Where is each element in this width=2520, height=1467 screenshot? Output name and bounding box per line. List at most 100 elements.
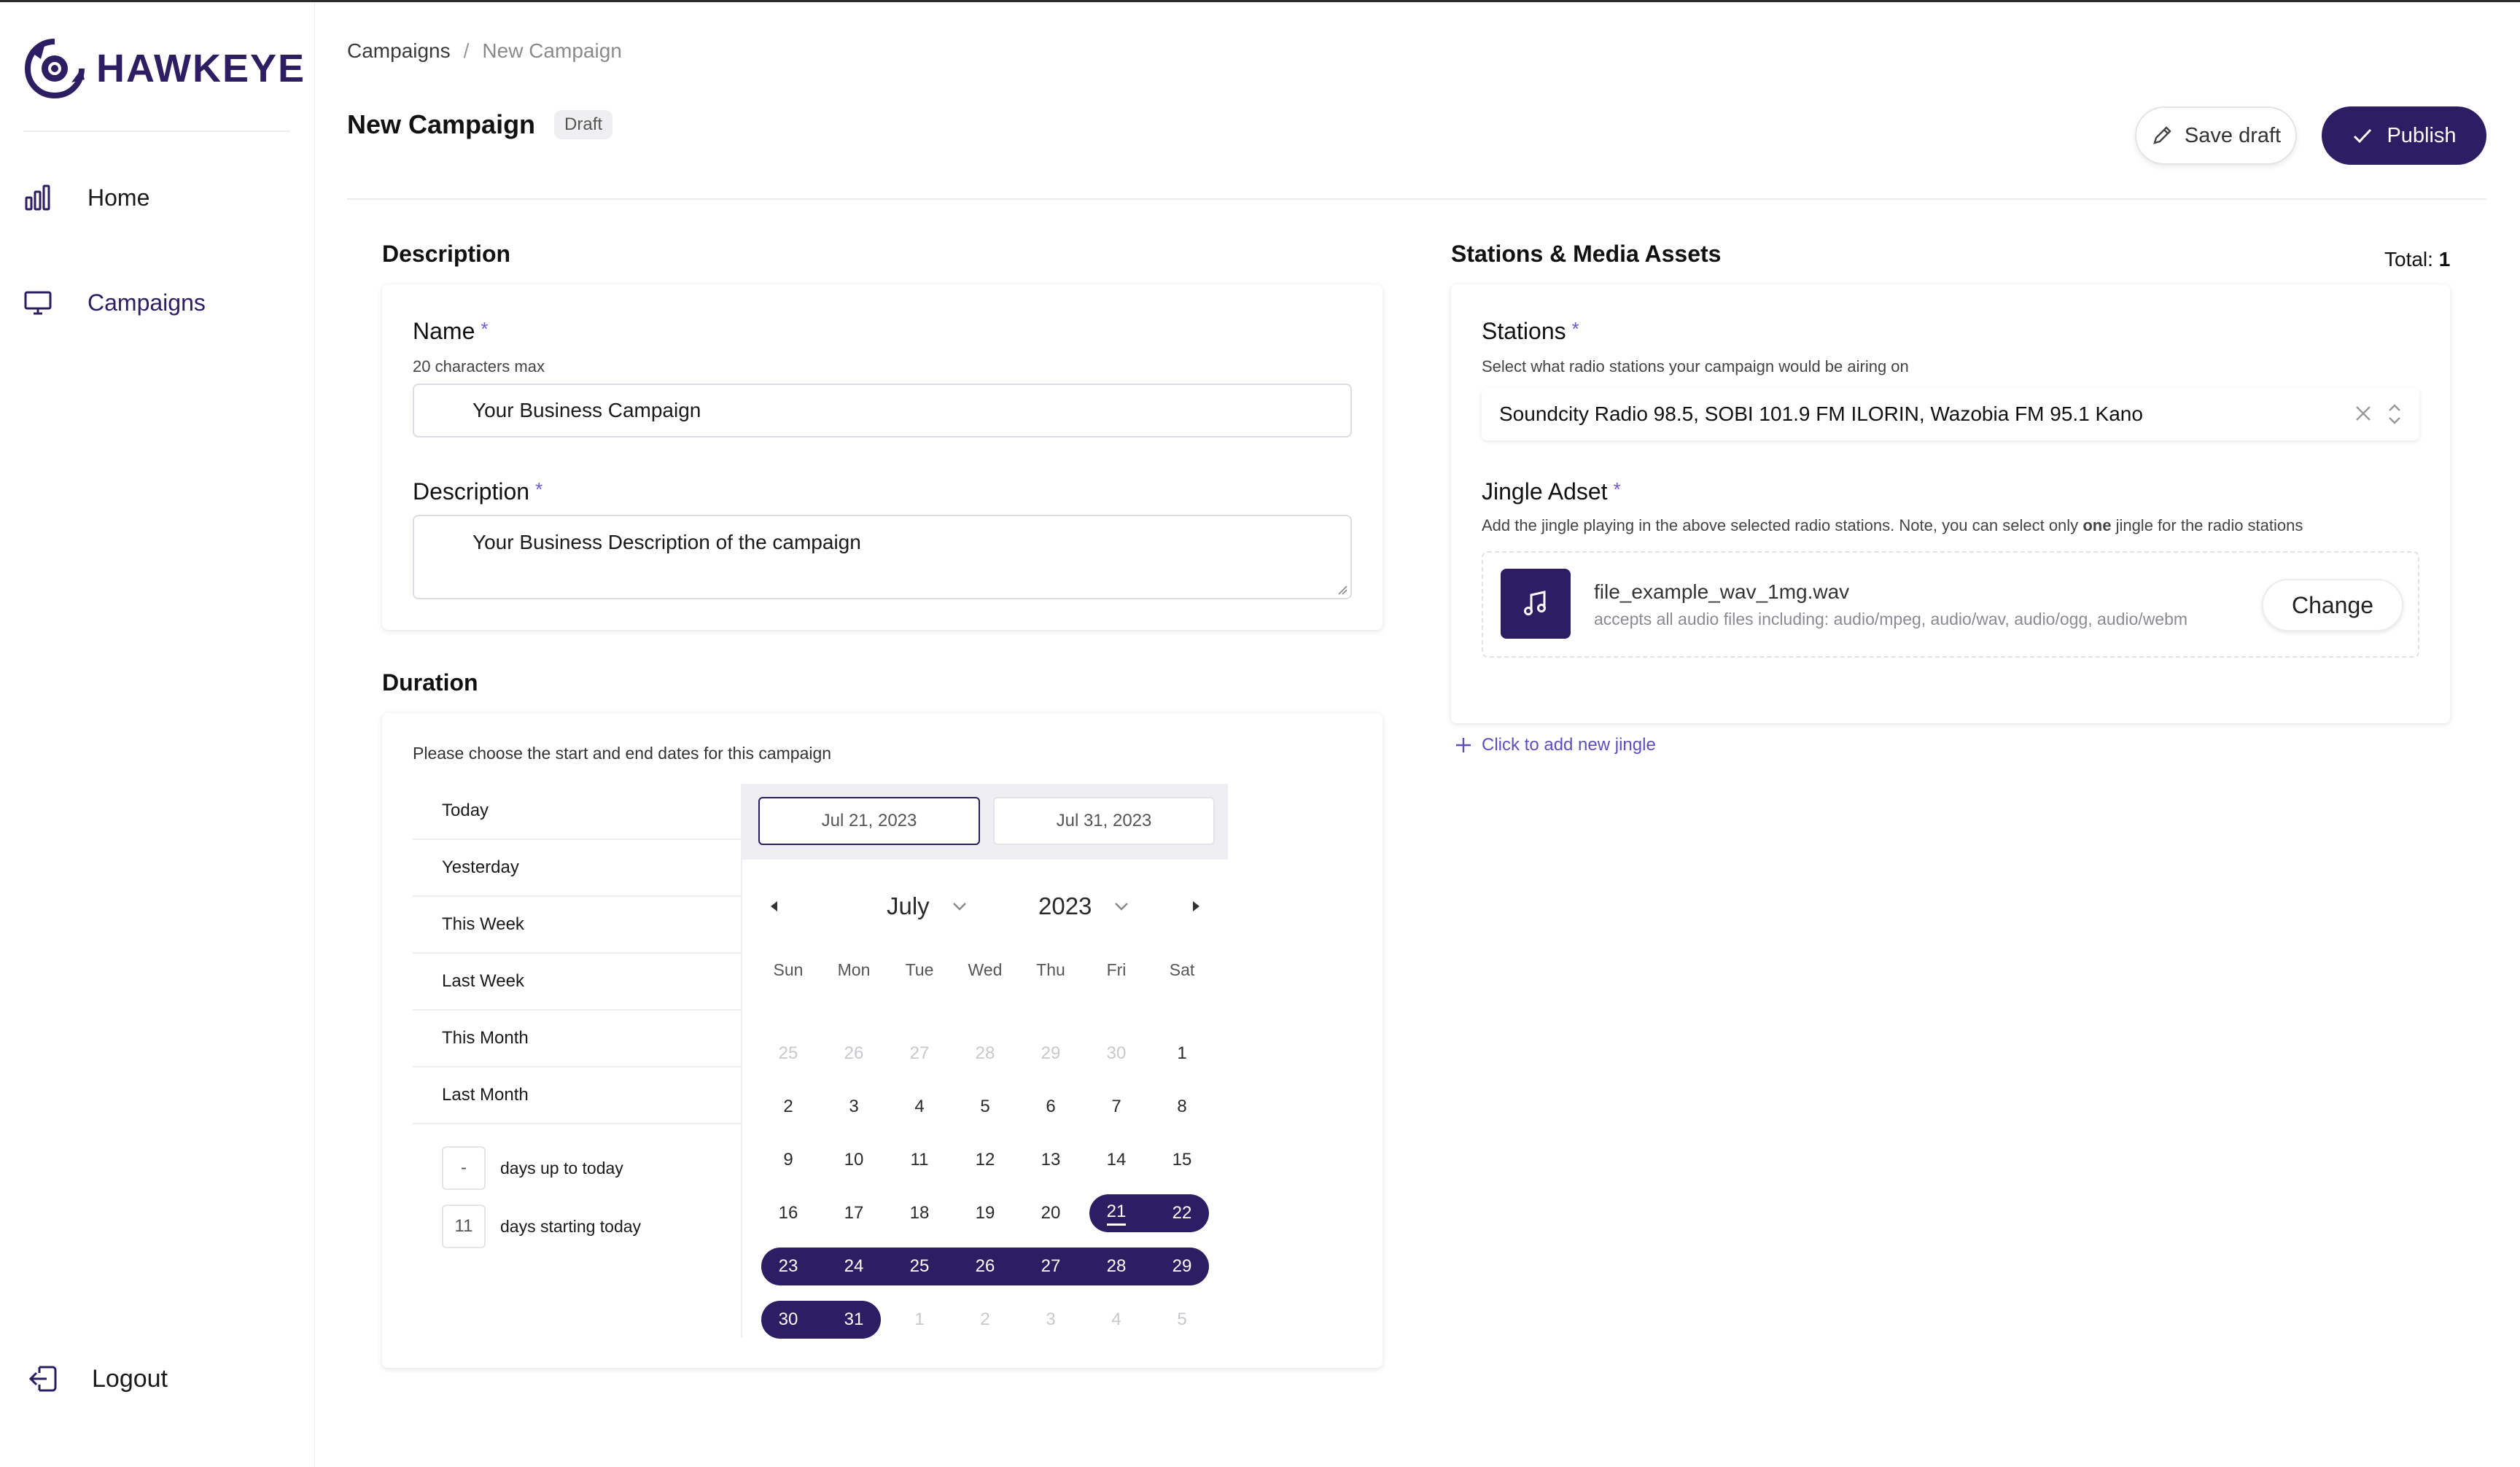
prev-month-button[interactable] [760, 892, 789, 921]
name-input[interactable]: Your Business Campaign [413, 384, 1352, 437]
calendar-day[interactable]: 28 [952, 1034, 1018, 1073]
calendar-day-number: 31 [844, 1310, 864, 1329]
save-draft-button[interactable]: Save draft [2135, 106, 2297, 165]
calendar-day[interactable]: 25 [755, 1034, 821, 1073]
preset-last-week[interactable]: Last Week [413, 954, 741, 1011]
calendar-day-number: 24 [844, 1256, 864, 1276]
end-date-input[interactable]: Jul 31, 2023 [993, 797, 1215, 845]
preset-today[interactable]: Today [413, 783, 741, 840]
calendar-day-number: 9 [783, 1150, 793, 1170]
jingle-file-name: file_example_wav_1mg.wav [1594, 580, 1850, 603]
days-starting-today-input[interactable]: 11 [442, 1205, 486, 1248]
preset-this-week[interactable]: This Week [413, 897, 741, 954]
calendar-day-selected[interactable]: 23 [755, 1247, 821, 1286]
month-select[interactable]: July [887, 886, 968, 927]
calendar-day[interactable]: 9 [755, 1140, 821, 1180]
preset-yesterday[interactable]: Yesterday [413, 840, 741, 897]
calendar-day-number: 17 [844, 1203, 864, 1223]
stations-label-text: Stations [1482, 318, 1566, 344]
publish-button[interactable]: Publish [2322, 106, 2486, 165]
calendar-day[interactable]: 14 [1084, 1140, 1149, 1180]
calendar-day[interactable]: 17 [821, 1194, 887, 1233]
calendar-day[interactable]: 16 [755, 1194, 821, 1233]
add-jingle-link[interactable]: Click to add new jingle [1454, 735, 1656, 755]
breadcrumb-campaigns-link[interactable]: Campaigns [347, 39, 451, 63]
calendar-day-number: 30 [1106, 1043, 1127, 1063]
calendar-day[interactable]: 12 [952, 1140, 1018, 1180]
calendar-day-number: 18 [909, 1203, 930, 1223]
calendar-day[interactable]: 6 [1018, 1087, 1084, 1126]
calendar-day[interactable]: 4 [887, 1087, 952, 1126]
stations-label: Stations * [1482, 318, 1579, 345]
app-logo[interactable]: HAWKEYE [23, 36, 306, 101]
calendar-day-number: 20 [1041, 1203, 1061, 1223]
description-textarea[interactable]: Your Business Description of the campaig… [413, 515, 1352, 599]
sort-arrows-icon[interactable] [2386, 401, 2403, 427]
calendar-day-selected[interactable]: 27 [1018, 1247, 1084, 1286]
jingle-accepted-types: accepts all audio files including: audio… [1594, 610, 2188, 629]
calendar-day-number: 26 [975, 1256, 995, 1276]
sidebar-item-label: Home [88, 184, 150, 211]
start-date-input[interactable]: Jul 21, 2023 [758, 797, 980, 845]
calendar-day[interactable]: 30 [1084, 1034, 1149, 1073]
calendar-day[interactable]: 18 [887, 1194, 952, 1233]
next-month-button[interactable] [1181, 892, 1210, 921]
calendar-day-selected[interactable]: 29 [1149, 1247, 1215, 1286]
calendar-day-number: 16 [778, 1203, 798, 1223]
total-value: 1 [2438, 248, 2451, 271]
calendar-day-number: 4 [914, 1097, 925, 1116]
calendar-day-selected[interactable]: 28 [1084, 1247, 1149, 1286]
sidebar-item-campaigns[interactable]: Campaigns [23, 276, 206, 329]
calendar-day[interactable]: 4 [1084, 1300, 1149, 1339]
calendar-day-selected[interactable]: 30 [755, 1300, 821, 1339]
preset-this-month[interactable]: This Month [413, 1011, 741, 1067]
calendar-day[interactable]: 5 [1149, 1300, 1215, 1339]
calendar-day[interactable]: 13 [1018, 1140, 1084, 1180]
calendar-day[interactable]: 1 [887, 1300, 952, 1339]
breadcrumb: Campaigns / New Campaign [347, 39, 622, 63]
caret-right-icon [1193, 901, 1199, 911]
days-up-to-today-input[interactable]: - [442, 1146, 486, 1190]
clear-icon[interactable] [2352, 402, 2374, 424]
calendar-day[interactable]: 20 [1018, 1194, 1084, 1233]
calendar-day[interactable]: 19 [952, 1194, 1018, 1233]
calendar-day[interactable]: 11 [887, 1140, 952, 1180]
sidebar-item-home[interactable]: Home [23, 171, 149, 224]
calendar-day[interactable]: 10 [821, 1140, 887, 1180]
calendar-day[interactable]: 2 [952, 1300, 1018, 1339]
calendar-day-selected[interactable]: 25 [887, 1247, 952, 1286]
stations-select[interactable]: Soundcity Radio 98.5, SOBI 101.9 FM ILOR… [1482, 388, 2419, 440]
resize-handle-icon[interactable] [1337, 585, 1348, 595]
calendar-day-selected[interactable]: 22 [1149, 1194, 1215, 1233]
calendar-day-selected[interactable]: 31 [821, 1300, 887, 1339]
days-up-to-today-label: days up to today [500, 1158, 623, 1178]
publish-label: Publish [2387, 123, 2457, 147]
calendar-day[interactable]: 5 [952, 1087, 1018, 1126]
change-jingle-button[interactable]: Change [2262, 579, 2403, 631]
calendar-day-selected[interactable]: 21 [1084, 1194, 1149, 1233]
calendar-day-selected[interactable]: 26 [952, 1247, 1018, 1286]
preset-last-month[interactable]: Last Month [413, 1067, 741, 1124]
monitor-icon [23, 288, 52, 317]
calendar-day-number: 25 [778, 1043, 798, 1063]
calendar-day[interactable]: 27 [887, 1034, 952, 1073]
total-count: Total: 1 [2384, 248, 2450, 271]
calendar-day[interactable]: 7 [1084, 1087, 1149, 1126]
stations-section-title: Stations & Media Assets [1451, 241, 1722, 267]
calendar-day[interactable]: 26 [821, 1034, 887, 1073]
calendar-day[interactable]: 2 [755, 1087, 821, 1126]
year-select[interactable]: 2023 [1038, 886, 1129, 927]
logout-button[interactable]: Logout [28, 1353, 168, 1405]
calendar-day[interactable]: 3 [821, 1087, 887, 1126]
music-note-icon [1501, 569, 1571, 639]
calendar-day[interactable]: 15 [1149, 1140, 1215, 1180]
calendar-day[interactable]: 3 [1018, 1300, 1084, 1339]
calendar-day[interactable]: 29 [1018, 1034, 1084, 1073]
calendar-day-number: 22 [1172, 1203, 1192, 1223]
calendar-day[interactable]: 8 [1149, 1087, 1215, 1126]
calendar-day-number: 13 [1041, 1150, 1061, 1170]
calendar-day[interactable]: 1 [1149, 1034, 1215, 1073]
weekday-label: Sat [1169, 960, 1195, 979]
save-draft-label: Save draft [2184, 123, 2282, 147]
calendar-day-selected[interactable]: 24 [821, 1247, 887, 1286]
